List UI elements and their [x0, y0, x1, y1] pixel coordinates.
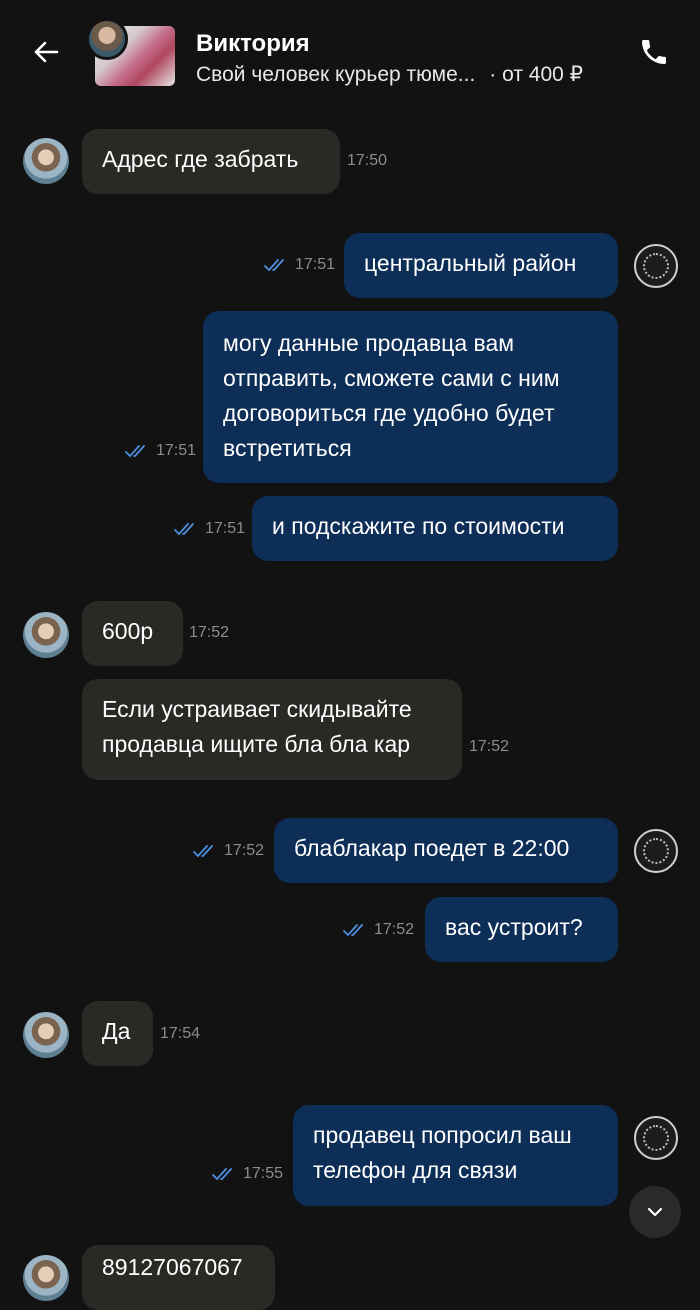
phone-icon — [642, 40, 666, 64]
message-status: 17:52 — [192, 842, 264, 860]
message-bubble-outgoing[interactable]: продавец попросил ваш телефон для связи — [293, 1105, 618, 1206]
arrow-left-icon — [34, 41, 59, 63]
contact-avatar-small — [23, 138, 69, 184]
message-bubble-incoming[interactable]: 89127067067 — [82, 1245, 275, 1310]
back-button[interactable] — [24, 30, 68, 74]
scroll-down-button[interactable] — [629, 1186, 681, 1238]
message-text-line: встретиться — [223, 435, 352, 461]
message-text-line: могу данные продавца вам — [223, 330, 515, 356]
message-text: вас устроит? — [445, 914, 583, 940]
message-bubble-outgoing[interactable]: вас устроит? — [425, 897, 618, 962]
message-text-line: договориться где удобно будет — [223, 400, 555, 426]
message-status: 17:55 — [211, 1165, 283, 1183]
message-text: центральный район — [364, 250, 577, 276]
message-bubble-incoming[interactable]: Если устраивает скидывайте продавца ищит… — [82, 679, 462, 780]
double-check-icon — [173, 522, 199, 536]
ad-price: · от 400 ₽ — [489, 63, 584, 86]
my-avatar — [634, 244, 678, 288]
message-text: Да — [102, 1018, 131, 1044]
my-avatar — [634, 829, 678, 873]
ad-title: Свой человек курьер тюме... — [196, 63, 476, 86]
message-time: 17:54 — [160, 1025, 201, 1042]
message-status: 17:51 — [124, 442, 196, 460]
message-text: Адрес где забрать — [102, 146, 299, 172]
message-bubble-outgoing[interactable]: и подскажите по стоимости — [252, 496, 618, 561]
message-time: 17:52 — [469, 738, 510, 755]
message-text: 600р — [102, 618, 154, 644]
message-time: 17:52 — [224, 842, 265, 859]
message-bubble-outgoing[interactable]: центральный район — [344, 233, 618, 298]
message-text-line: Если устраивает скидывайте — [102, 696, 412, 722]
my-avatar — [634, 1116, 678, 1160]
chevron-down-icon — [647, 1207, 663, 1217]
message-status: 17:52 — [342, 921, 414, 939]
ad-info[interactable]: Свой человек курьер тюме... · от 400 ₽ — [196, 62, 583, 87]
message-bubble-incoming[interactable]: 600р — [82, 601, 183, 666]
double-check-icon — [124, 444, 150, 458]
double-check-icon — [342, 923, 368, 937]
message-text: 89127067067 — [102, 1254, 243, 1280]
message-time: 17:51 — [295, 256, 336, 273]
double-check-icon — [263, 258, 289, 272]
contact-avatar-small — [23, 1255, 69, 1301]
message-time: 17:51 — [156, 442, 197, 459]
message-time: 17:51 — [205, 520, 246, 537]
message-bubble-incoming[interactable]: Да — [82, 1001, 153, 1066]
message-text-line: отправить, сможете сами с ним — [223, 365, 560, 391]
message-text-line: продавца ищите бла бла кар — [102, 731, 411, 757]
message-time: 17:55 — [243, 1165, 284, 1182]
message-text: и подскажите по стоимости — [272, 513, 565, 539]
contact-name[interactable]: Виктория — [196, 30, 310, 58]
message-text: блаблакар поедет в 22:00 — [294, 835, 570, 861]
message-bubble-outgoing[interactable]: блаблакар поедет в 22:00 — [274, 818, 618, 883]
message-status: 17:51 — [173, 520, 245, 538]
message-time: 17:52 — [374, 921, 415, 938]
contact-avatar-small — [23, 1012, 69, 1058]
message-text-line: телефон для связи — [313, 1157, 518, 1183]
message-status: 17:51 — [263, 256, 335, 274]
double-check-icon — [211, 1167, 237, 1181]
message-bubble-outgoing[interactable]: могу данные продавца вам отправить, смож… — [203, 311, 618, 483]
message-time: 17:52 — [189, 624, 230, 641]
contact-avatar — [86, 18, 128, 60]
contact-avatar-small — [23, 612, 69, 658]
message-bubble-incoming[interactable]: Адрес где забрать — [82, 129, 340, 194]
chat-header: Виктория Свой человек курьер тюме... · от… — [0, 0, 700, 105]
call-button[interactable] — [632, 30, 676, 74]
double-check-icon — [192, 844, 218, 858]
message-text-line: продавец попросил ваш — [313, 1122, 572, 1148]
message-time: 17:50 — [347, 152, 388, 169]
